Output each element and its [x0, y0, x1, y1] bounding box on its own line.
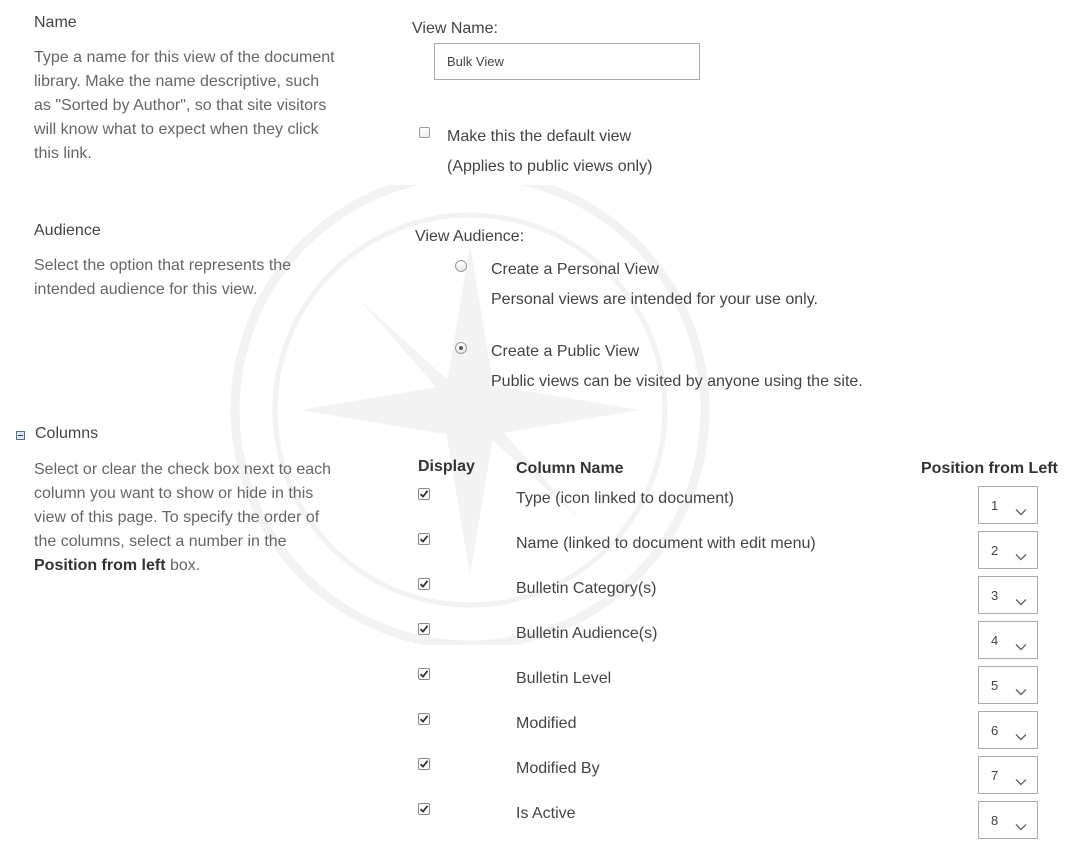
personal-view-radio[interactable] — [455, 260, 467, 272]
position-select[interactable]: 5 — [978, 666, 1038, 704]
checkmark-icon — [419, 715, 429, 723]
chevron-down-icon — [1015, 779, 1027, 786]
personal-view-note: Personal views are intended for your use… — [491, 291, 818, 308]
display-checkbox[interactable] — [418, 668, 430, 680]
dropdown-chevron — [1015, 683, 1027, 701]
dropdown-chevron — [1015, 728, 1027, 746]
checkmark-icon — [419, 580, 429, 588]
display-column-header: Display — [418, 458, 475, 475]
column-name: Name (linked to document with edit menu) — [516, 535, 816, 552]
chevron-down-icon — [1015, 644, 1027, 651]
checkmark-icon — [419, 535, 429, 543]
display-checkbox[interactable] — [418, 758, 430, 770]
dropdown-chevron — [1015, 593, 1027, 611]
checkmark-icon — [419, 760, 429, 768]
dropdown-chevron — [1015, 503, 1027, 521]
name-section-title: Name — [34, 14, 77, 31]
position-value: 6 — [991, 723, 999, 738]
public-view-note: Public views can be visited by anyone us… — [491, 373, 863, 390]
chevron-down-icon — [1015, 554, 1027, 561]
checkmark-icon — [419, 805, 429, 813]
position-value: 5 — [991, 678, 999, 693]
column-name: Modified — [516, 715, 577, 732]
chevron-down-icon — [1015, 734, 1027, 741]
chevron-down-icon — [1015, 509, 1027, 516]
collapse-minus-icon[interactable] — [16, 431, 25, 440]
column-name: Modified By — [516, 760, 600, 777]
position-from-left-header: Position from Left — [921, 460, 1058, 477]
default-view-label[interactable]: Make this the default view — [447, 128, 631, 146]
column-name: Bulletin Audience(s) — [516, 625, 658, 642]
column-name: Type (icon linked to document) — [516, 490, 734, 507]
position-select[interactable]: 8 — [978, 801, 1038, 839]
checkmark-icon — [419, 625, 429, 633]
position-select[interactable]: 2 — [978, 531, 1038, 569]
position-select[interactable]: 1 — [978, 486, 1038, 524]
display-checkbox[interactable] — [418, 803, 430, 815]
dropdown-chevron — [1015, 773, 1027, 791]
dropdown-chevron — [1015, 818, 1027, 836]
position-select[interactable]: 7 — [978, 756, 1038, 794]
position-value: 1 — [991, 498, 999, 513]
column-name: Bulletin Category(s) — [516, 580, 657, 597]
audience-section-description: Select the option that represents the in… — [34, 257, 292, 298]
display-checkbox[interactable] — [418, 578, 430, 590]
audience-section-title: Audience — [34, 222, 101, 239]
column-name: Bulletin Level — [516, 670, 612, 687]
column-name: Is Active — [516, 805, 576, 822]
columns-description-end: box. — [165, 557, 201, 574]
public-view-label[interactable]: Create a Public View — [491, 343, 639, 361]
dropdown-chevron — [1015, 638, 1027, 656]
position-value: 2 — [991, 543, 999, 558]
chevron-down-icon — [1015, 824, 1027, 831]
position-value: 8 — [991, 813, 999, 828]
view-audience-label: View Audience: — [415, 228, 525, 245]
view-name-input[interactable] — [434, 43, 700, 80]
position-select[interactable]: 4 — [978, 621, 1038, 659]
personal-view-label[interactable]: Create a Personal View — [491, 261, 659, 279]
name-section-description: Type a name for this view of the documen… — [34, 49, 335, 162]
dropdown-chevron — [1015, 548, 1027, 566]
position-value: 3 — [991, 588, 999, 603]
position-value: 4 — [991, 633, 999, 648]
default-view-checkbox[interactable] — [419, 127, 430, 138]
checkmark-icon — [419, 670, 429, 678]
chevron-down-icon — [1015, 599, 1027, 606]
columns-description-bold: Position from left — [34, 557, 166, 574]
column-name-header: Column Name — [516, 460, 624, 477]
position-value: 7 — [991, 768, 999, 783]
display-checkbox[interactable] — [418, 488, 430, 500]
display-checkbox[interactable] — [418, 623, 430, 635]
display-checkbox[interactable] — [418, 533, 430, 545]
position-select[interactable]: 6 — [978, 711, 1038, 749]
display-checkbox[interactable] — [418, 713, 430, 725]
position-select[interactable]: 3 — [978, 576, 1038, 614]
public-view-radio[interactable] — [455, 342, 467, 354]
columns-section-title[interactable]: Columns — [35, 425, 98, 443]
view-name-label: View Name: — [412, 20, 498, 37]
columns-description-text: Select or clear the check box next to ea… — [34, 461, 332, 550]
chevron-down-icon — [1015, 689, 1027, 696]
columns-section-description: Select or clear the check box next to ea… — [34, 458, 334, 578]
default-view-note: (Applies to public views only) — [447, 158, 653, 175]
checkmark-icon — [419, 490, 429, 498]
